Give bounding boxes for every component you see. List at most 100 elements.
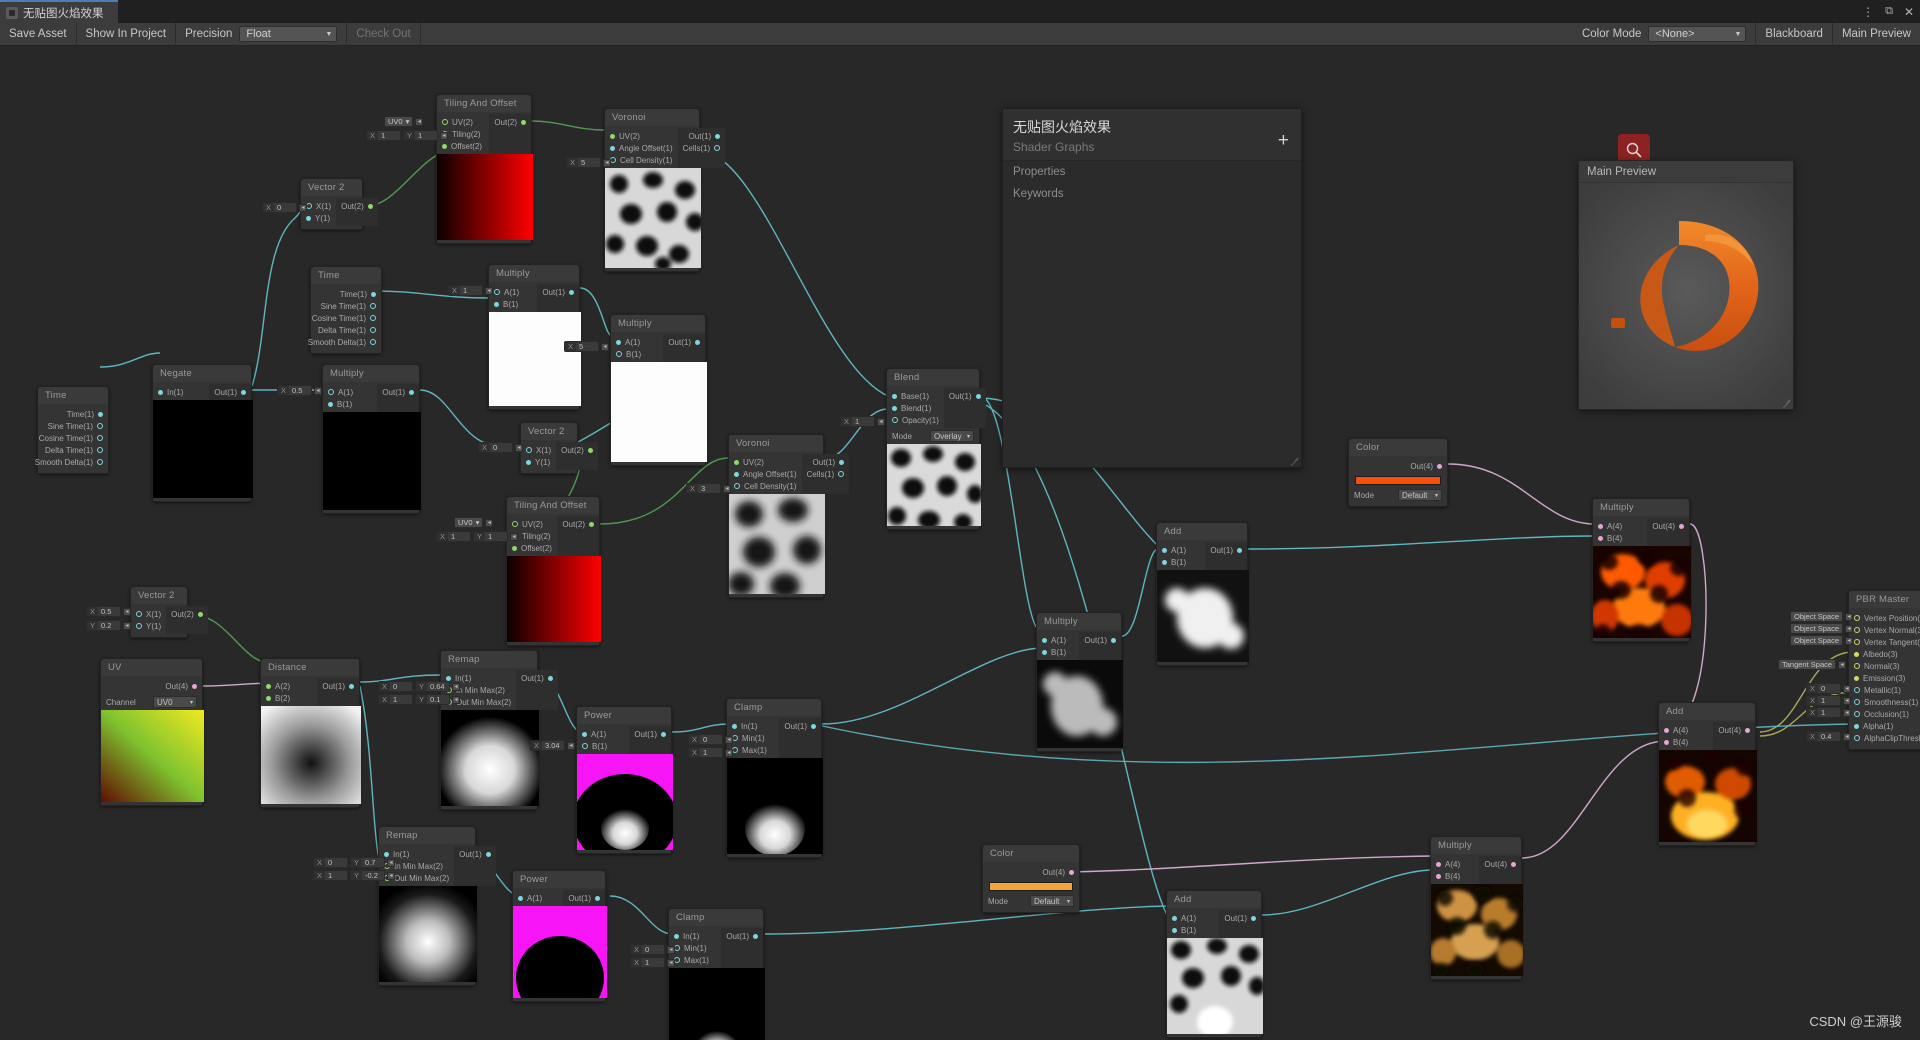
color-mode-dropdown[interactable]: <None> ▼	[1648, 26, 1747, 42]
port-normal[interactable]: Normal(3)	[1849, 660, 1920, 672]
color-mode-row[interactable]: Mode Default ▾	[983, 893, 1079, 909]
graph-canvas[interactable]: Vector 2 X(1) Y(1) Out(2) X0 ◂ Tiling An…	[0, 46, 1920, 1040]
port-a[interactable]: A(1)	[1167, 912, 1219, 924]
blackboard-section-properties[interactable]: Properties	[1003, 161, 1301, 183]
field-remap1-in-min-max[interactable]: X0 Y 0.64 ◂	[378, 681, 460, 692]
node-multiply-f[interactable]: Multiply A(4) B(4) Out(4)	[1430, 836, 1523, 980]
node-power-2[interactable]: Power A(1) Out(1)	[512, 870, 607, 1002]
port-out[interactable]: Out(1)	[209, 386, 251, 398]
port-out[interactable]: Out(1)	[721, 930, 763, 942]
color-swatch[interactable]	[1355, 476, 1441, 485]
node-vector2-top[interactable]: Vector 2 X(1) Y(1) Out(2)	[300, 178, 378, 230]
color-swatch-wrap[interactable]	[983, 880, 1079, 893]
port-out[interactable]: Out(1)	[1219, 912, 1261, 924]
node-multiply-e[interactable]: Multiply A(4) B(4) Out(4)	[1592, 498, 1691, 642]
port-out[interactable]: Out(1)	[944, 390, 986, 402]
field-voronoi-bottom-cell-density[interactable]: X3 ◂	[686, 483, 731, 494]
port-metallic[interactable]: Metallic(1)	[1849, 684, 1920, 696]
field-pbr-vertex-position[interactable]: Object Space ◂	[1790, 611, 1854, 622]
port-out[interactable]: Out(1)	[317, 680, 359, 692]
port-max[interactable]: Max(1)	[727, 744, 779, 756]
port-b[interactable]: B(2)	[261, 692, 317, 704]
resize-handle-icon[interactable]	[1781, 397, 1791, 407]
node-multiply-b[interactable]: Multiply A(1) B(1) Out(1)	[488, 264, 581, 410]
field-blend-opacity[interactable]: X1 ◂	[840, 416, 885, 427]
node-add-2[interactable]: Add A(1) B(1) Out(1)	[1166, 890, 1263, 1038]
node-distance[interactable]: Distance A(2) B(2) Out(1)	[260, 658, 361, 808]
field-multiply-c-b[interactable]: X5 ◂	[564, 341, 609, 352]
port-x[interactable]: X(1)	[131, 608, 166, 620]
node-vector2-uv[interactable]: Vector 2 X(1) Y(1) Out(2)	[130, 586, 208, 638]
port-vertex-tangent[interactable]: Vertex Tangent(3)	[1849, 636, 1920, 648]
field-tiling-top-uv[interactable]: UV0 ▾ ◂	[384, 116, 424, 127]
port-a[interactable]: A(1)	[1157, 544, 1205, 556]
port-out[interactable]: Out(4)	[1713, 724, 1755, 736]
kebab-menu-icon[interactable]: ⋮	[1862, 5, 1874, 19]
port-min[interactable]: Min(1)	[669, 942, 721, 954]
node-vector2-mid[interactable]: Vector 2 X(1) Y(1) Out(2)	[520, 422, 598, 474]
field-clamp2-min[interactable]: X0 ◂	[630, 944, 675, 955]
port-b[interactable]: B(1)	[577, 740, 629, 752]
port-out[interactable]: Out(4)	[101, 680, 202, 692]
port-b[interactable]: B(1)	[1157, 556, 1205, 568]
port-b[interactable]: B(1)	[1037, 646, 1079, 658]
field-vector2-top-x[interactable]: X0 ◂	[262, 202, 307, 213]
field-tiling-bottom-tiling[interactable]: X1 Y1 ◂	[436, 531, 518, 542]
port-out[interactable]: Out(1)	[802, 456, 850, 468]
field-tiling-bottom-uv[interactable]: UV0 ▾ ◂	[454, 517, 494, 528]
port-a[interactable]: A(4)	[1659, 724, 1713, 736]
color-swatch[interactable]	[989, 882, 1073, 891]
port-in[interactable]: In(1)	[669, 930, 721, 942]
node-remap-1[interactable]: Remap In(1) In Min Max(2) Out Min Max(2)…	[440, 650, 558, 810]
port-a[interactable]: A(1)	[611, 336, 663, 348]
port-a[interactable]: A(4)	[1431, 858, 1479, 870]
port-out[interactable]: Out(2)	[166, 608, 208, 620]
node-color-2[interactable]: Color Out(4) Mode Default ▾	[982, 844, 1080, 913]
uv-channel-row[interactable]: Channel UV0 ▾	[101, 694, 202, 710]
port-b[interactable]: B(4)	[1593, 532, 1647, 544]
port-offset[interactable]: Offset(2)	[507, 542, 557, 554]
port-in[interactable]: In(1)	[153, 386, 209, 398]
port-blend[interactable]: Blend(1)	[887, 402, 944, 414]
node-voronoi-bottom[interactable]: Voronoi UV(2) Angle Offset(1) Cell Densi…	[728, 434, 850, 598]
node-tiling-and-offset-bottom[interactable]: Tiling And Offset UV(2) Tiling(2) Offset…	[506, 496, 601, 646]
node-color-1[interactable]: Color Out(4) Mode Default ▾	[1348, 438, 1448, 507]
close-icon[interactable]: ✕	[1904, 5, 1914, 19]
port-angle-offset[interactable]: Angle Offset(1)	[729, 468, 802, 480]
port-a[interactable]: A(1)	[513, 892, 563, 904]
node-multiply-c[interactable]: Multiply A(1) B(1) Out(1)	[610, 314, 707, 466]
port-albedo[interactable]: Albedo(3)	[1849, 648, 1920, 660]
port-cosine-time[interactable]: Cosine Time(1)	[38, 432, 108, 444]
editor-tab[interactable]: 无贴图火焰效果	[0, 0, 118, 23]
uv-channel-select[interactable]: UV0 ▾	[153, 696, 197, 708]
node-multiply-d[interactable]: Multiply A(1) B(1) Out(1)	[1036, 612, 1123, 752]
field-clamp2-max[interactable]: X1 ◂	[630, 957, 675, 968]
field-pbr-normal[interactable]: Tangent Space ◂	[1778, 659, 1847, 670]
field-remap1-out-min-max[interactable]: X1 Y 0.1 ◂	[378, 694, 460, 705]
port-angle-offset[interactable]: Angle Offset(1)	[605, 142, 678, 154]
node-clamp-2[interactable]: Clamp In(1) Min(1) Max(1) Out(1)	[668, 908, 765, 1040]
port-out[interactable]: Out(2)	[557, 518, 599, 530]
main-preview-toggle-button[interactable]: Main Preview	[1831, 22, 1920, 46]
port-out[interactable]: Out(1)	[377, 386, 419, 398]
node-tiling-and-offset-top[interactable]: Tiling And Offset UV(2) Tiling(2) Offset…	[436, 94, 533, 244]
port-in[interactable]: In(1)	[727, 720, 779, 732]
check-out-button[interactable]: Check Out	[347, 22, 421, 46]
node-remap-2[interactable]: Remap In(1) In Min Max(2) Out Min Max(2)…	[378, 826, 496, 986]
add-property-button[interactable]: +	[1278, 131, 1289, 150]
main-preview-panel[interactable]: Main Preview	[1578, 160, 1794, 410]
port-out[interactable]: Out(1)	[1205, 544, 1247, 556]
port-smooth-delta[interactable]: Smooth Delta(1)	[308, 336, 381, 348]
node-voronoi-top[interactable]: Voronoi UV(2) Angle Offset(1) Cell Densi…	[604, 108, 726, 272]
port-a[interactable]: A(4)	[1593, 520, 1647, 532]
node-pbr-master[interactable]: PBR Master Vertex Position(3) Vertex Nor…	[1848, 590, 1920, 750]
port-out[interactable]: Out(1)	[563, 892, 605, 904]
port-b[interactable]: B(1)	[1167, 924, 1219, 936]
port-out[interactable]: Out(1)	[678, 130, 726, 142]
port-cell-density[interactable]: Cell Density(1)	[605, 154, 678, 166]
port-emission[interactable]: Emission(3)	[1849, 672, 1920, 684]
field-pbr-vertex-normal[interactable]: Object Space ◂	[1790, 623, 1854, 634]
node-add-1[interactable]: Add A(1) B(1) Out(1)	[1156, 522, 1249, 666]
port-out[interactable]: Out(1)	[779, 720, 821, 732]
save-asset-button[interactable]: Save Asset	[0, 22, 77, 46]
